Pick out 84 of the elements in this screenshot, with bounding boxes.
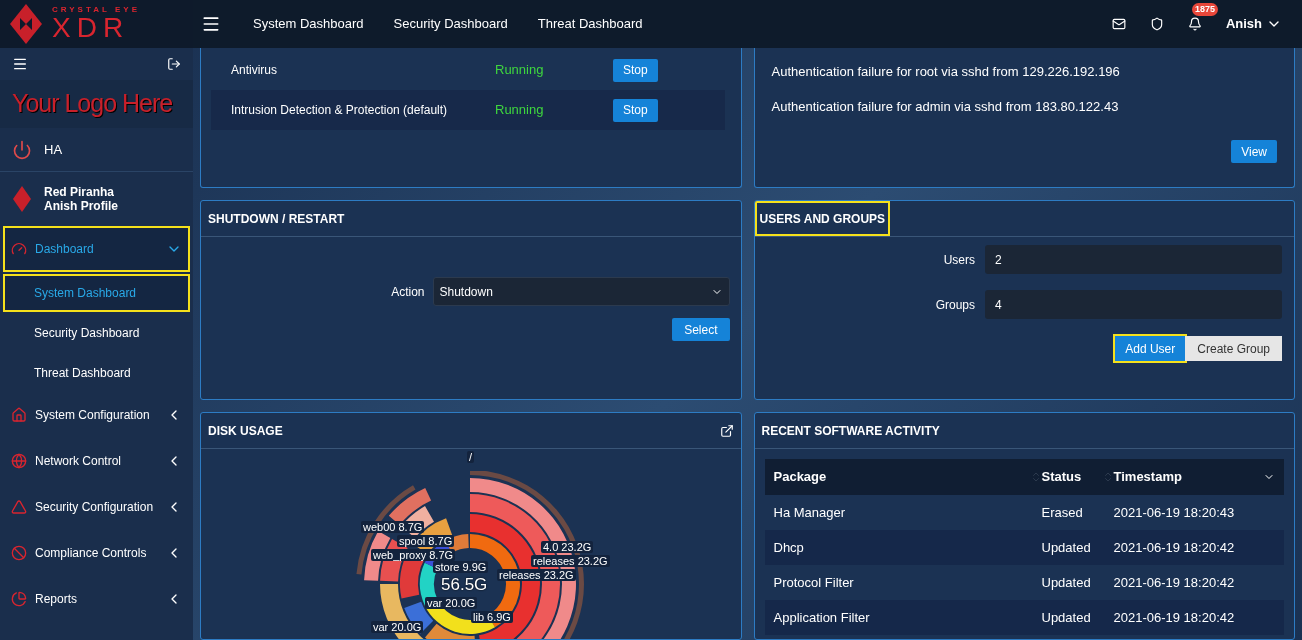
disk-segment-label: releases 23.2G [531, 555, 610, 567]
brand-tagline: CRYSTAL EYE [52, 6, 140, 14]
table-cell-text: 2021-06-19 18:20:43 [1113, 503, 1236, 522]
disk-segment-label: web_proxy 8.7G [371, 549, 456, 561]
menu-icon[interactable] [201, 14, 221, 34]
nav-subitem[interactable]: Security Dashboard [3, 314, 190, 352]
profile-org: Red Piranha [44, 185, 116, 199]
disk-total: 56.5G [441, 574, 488, 596]
column-header[interactable]: Timestamp [1113, 467, 1275, 487]
action-select[interactable]: Shutdown [432, 277, 730, 306]
top-nav-link[interactable]: System Dashboard [253, 14, 364, 34]
user-menu[interactable]: Anish [1225, 14, 1282, 34]
brand-name: XDR [52, 14, 131, 42]
service-name: Intrusion Detection & Protection (default) [231, 102, 449, 119]
disk-segment-label: var 20.0G [425, 597, 478, 609]
table-cell-text: Updated [1041, 573, 1092, 592]
service-name: Antivirus [231, 62, 278, 79]
top-nav-link[interactable]: Threat Dashboard [537, 14, 643, 34]
nav-item[interactable]: Reports [3, 576, 190, 622]
triangle-icon [11, 499, 27, 515]
panel-title: DISK USAGE [208, 422, 283, 440]
pie-chart-icon [11, 591, 27, 607]
logout-icon[interactable] [167, 57, 181, 71]
top-nav-link[interactable]: Security Dashboard [393, 14, 508, 34]
column-header[interactable]: Status [1041, 467, 1114, 487]
disk-segment-label: var 20.0G [371, 621, 424, 633]
column-header[interactable]: Package [773, 467, 1042, 487]
home-icon [11, 407, 27, 423]
notification-text: Authentication failure for root via sshd from 129.226.192.196 [771, 62, 1121, 81]
menu-icon[interactable] [12, 56, 28, 72]
ha-label[interactable]: HA [44, 139, 63, 160]
disk-segment-label: releases 23.2G [497, 569, 576, 581]
panel-title: SHUTDOWN / RESTART [201, 201, 741, 237]
globe-icon [11, 453, 27, 469]
field-label: Groups [935, 296, 975, 314]
select-button[interactable]: Select [672, 318, 730, 341]
disk-segment-label: spool 8.7G [397, 535, 455, 547]
power-icon [12, 139, 32, 160]
notification-badge: 1875 [1191, 3, 1218, 16]
disk-segment-label: / [467, 451, 475, 463]
mail-icon[interactable] [1111, 17, 1126, 31]
table-cell-text: Dhcp [773, 538, 805, 557]
stop-button[interactable]: Stop [613, 98, 658, 122]
create-group-button[interactable]: Create Group [1185, 336, 1282, 361]
action-label: Action [391, 283, 425, 301]
table-cell-text: 2021-06-19 18:20:42 [1113, 573, 1236, 592]
table-cell-text: Updated [1041, 608, 1092, 627]
table-cell-text: 2021-06-19 18:20:42 [1113, 608, 1236, 627]
nav-subitem[interactable]: System Dashboard [3, 274, 190, 312]
nav-item[interactable]: System Configuration [3, 392, 190, 438]
nav-item[interactable]: Security Configuration [3, 484, 190, 530]
stop-button[interactable]: Stop [613, 58, 658, 82]
view-button[interactable]: View [1231, 140, 1277, 163]
nav-subitem[interactable]: Threat Dashboard [3, 354, 190, 392]
ban-icon [11, 545, 27, 561]
profile-name: Anish Profile [44, 199, 118, 213]
nav-item[interactable]: Dashboard [3, 226, 190, 272]
table-cell-text: Updated [1041, 538, 1092, 557]
disk-segment-label: lib 6.9G [471, 611, 513, 623]
panel-title: RECENT SOFTWARE ACTIVITY [754, 413, 1294, 449]
field-label: Users [943, 251, 975, 269]
input-field[interactable]: 4 [985, 290, 1282, 319]
external-link-icon[interactable] [719, 423, 734, 438]
table-cell-text: 2021-06-19 18:20:42 [1113, 538, 1236, 557]
panel-title: USERS AND GROUPS [754, 201, 891, 236]
service-status: Running [495, 101, 545, 120]
disk-segment-label: web00 8.7G [361, 521, 425, 533]
notification-text: Authentication failure for admin via sshd from 183.80.122.43 [771, 97, 1120, 116]
bell-icon[interactable] [1187, 17, 1202, 31]
table-cell-text: Ha Manager [773, 503, 847, 522]
nav-item[interactable]: Network Control [3, 438, 190, 484]
table-cell-text: Protocol Filter [773, 573, 855, 592]
logo-icon [12, 185, 32, 213]
disk-segment-label: 4.0 23.2G [541, 541, 594, 553]
shield-icon[interactable] [1149, 17, 1164, 31]
custom-logo: Your Logo Here [12, 88, 173, 120]
table-cell-text: Erased [1041, 503, 1084, 522]
add-user-button[interactable]: Add User [1115, 336, 1186, 361]
input-field[interactable]: 2 [985, 245, 1282, 274]
gauge-icon [11, 241, 27, 257]
nav-item[interactable]: Compliance Controls [3, 530, 190, 576]
table-cell-text: Application Filter [773, 608, 871, 627]
disk-segment-label: store 9.9G [433, 561, 489, 573]
service-status: Running [495, 61, 545, 80]
